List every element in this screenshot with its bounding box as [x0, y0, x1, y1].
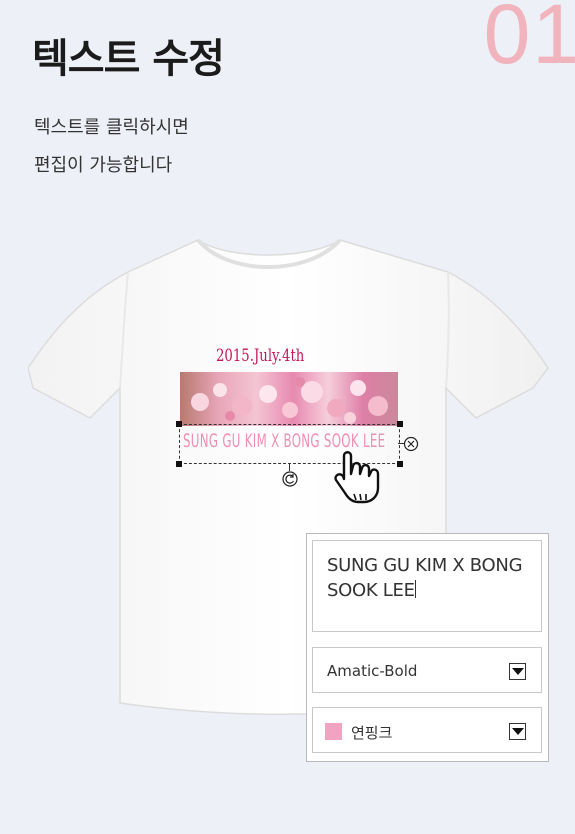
- resize-handle-top-right[interactable]: [397, 421, 403, 427]
- cherry-blossom-image[interactable]: [180, 372, 398, 426]
- delete-icon[interactable]: [403, 436, 419, 452]
- rotate-icon[interactable]: [281, 470, 299, 488]
- design-date-text[interactable]: 2015.July.4th: [216, 346, 304, 366]
- text-edit-panel: SUNG GU KIM X BONG SOOK LEE Amatic-Bold …: [306, 533, 549, 762]
- description-line-2: 편집이 가능합니다: [34, 155, 173, 176]
- hand-pointer-icon: [334, 451, 380, 504]
- font-dropdown-arrow-icon[interactable]: [509, 663, 526, 680]
- color-select-value: 연핑크: [351, 724, 393, 742]
- description-line-1: 텍스트를 클릭하시면: [34, 117, 189, 138]
- color-select[interactable]: 연핑크: [312, 707, 542, 753]
- text-input-value-line-1: SUNG GU KIM X BON: [327, 555, 509, 576]
- resize-handle-top-left[interactable]: [176, 421, 182, 427]
- step-number: 01: [483, 0, 575, 81]
- font-select-value: Amatic-Bold: [327, 662, 418, 680]
- resize-handle-bottom-right[interactable]: [397, 461, 403, 467]
- color-dropdown-arrow-icon[interactable]: [509, 723, 526, 740]
- text-caret: [414, 580, 416, 598]
- page-title: 텍스트 수정: [32, 36, 225, 82]
- font-select[interactable]: Amatic-Bold: [312, 647, 542, 693]
- text-input-field[interactable]: SUNG GU KIM X BONG SOOK LEE: [312, 540, 542, 632]
- resize-handle-bottom-left[interactable]: [176, 461, 182, 467]
- color-swatch: [325, 723, 342, 740]
